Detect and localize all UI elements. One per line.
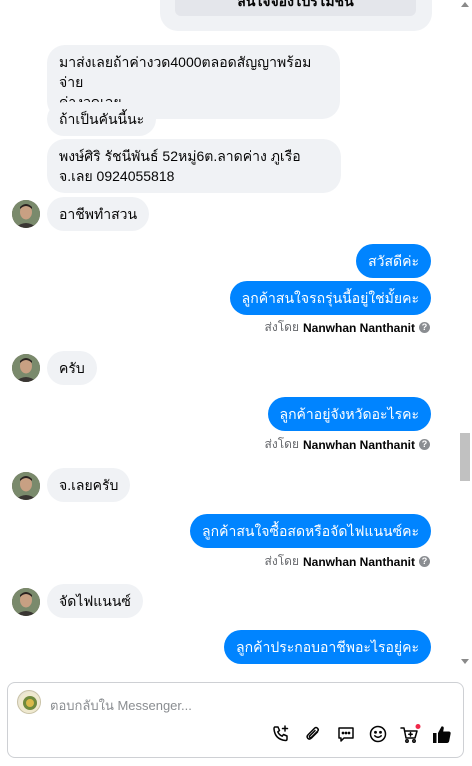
incoming-message: ถ้าเป็นคันนี้นะ <box>47 102 157 136</box>
scroll-down-arrow-icon[interactable] <box>461 659 469 664</box>
chat-scrollbar[interactable] <box>458 0 472 670</box>
avatar[interactable] <box>12 472 40 500</box>
sent-by-label: ส่งโดย Nanwhan Nanthanit ? <box>265 318 430 337</box>
outgoing-message: ลูกค้าสนใจรถรุ่นนี้อยู่ใช่มั้ยคะ <box>229 281 431 315</box>
outgoing-message: ลูกค้าสนใจซื้อสดหรือจัดไฟแนนซ์คะ <box>190 514 431 548</box>
info-icon[interactable]: ? <box>419 439 430 450</box>
outgoing-message: ลูกค้าประกอบอาชีพอะไรอยู่คะ <box>224 630 431 664</box>
avatar[interactable] <box>12 588 40 616</box>
thumbs-up-icon[interactable] <box>431 723 453 745</box>
sent-by-prefix: ส่งโดย <box>264 320 299 334</box>
sent-by-label: ส่งโดย Nanwhan Nanthanit ? <box>265 552 430 571</box>
info-icon[interactable]: ? <box>419 556 430 567</box>
info-icon[interactable]: ? <box>419 322 430 333</box>
avatar[interactable] <box>12 354 40 382</box>
sender-name: Nanwhan Nanthanit <box>302 554 415 569</box>
scroll-thumb[interactable] <box>460 433 470 481</box>
paperclip-icon[interactable] <box>302 723 324 745</box>
promo-book-button[interactable]: สนใจจองโปรโมชั่น <box>175 0 416 16</box>
incoming-message: อาชีพทำสวน <box>47 197 150 231</box>
page-avatar <box>17 690 41 714</box>
reply-composer <box>7 682 464 758</box>
chat-bubble-icon[interactable] <box>335 723 357 745</box>
incoming-message: พงษ์ศิริ รัชนีพันธ์ 52หมู่6ต.ลาดค่าง ภูเ… <box>47 139 341 193</box>
incoming-message: จัดไฟแนนซ์ <box>47 584 143 618</box>
avatar[interactable] <box>12 200 40 228</box>
emoji-icon[interactable] <box>367 723 389 745</box>
sender-name: Nanwhan Nanthanit <box>302 320 415 335</box>
reply-input[interactable] <box>50 695 430 715</box>
outgoing-message: ลูกค้าอยู่จังหวัดอะไรคะ <box>267 397 431 431</box>
sent-by-prefix: ส่งโดย <box>264 437 299 451</box>
conversation-pane: สนใจจองโปรโมชั่น มาส่งเลยถ้าค่างวด4000ตล… <box>0 0 458 670</box>
cart-plus-icon[interactable] <box>399 723 421 745</box>
sender-name: Nanwhan Nanthanit <box>302 437 415 452</box>
sent-by-label: ส่งโดย Nanwhan Nanthanit ? <box>265 435 430 454</box>
phone-plus-icon[interactable] <box>270 723 292 745</box>
sent-by-prefix: ส่งโดย <box>264 554 299 568</box>
scroll-up-arrow-icon[interactable] <box>461 2 469 7</box>
outgoing-message: สวัสดีค่ะ <box>356 244 431 278</box>
incoming-message: จ.เลยครับ <box>47 468 131 502</box>
incoming-message: ครับ <box>47 351 97 385</box>
